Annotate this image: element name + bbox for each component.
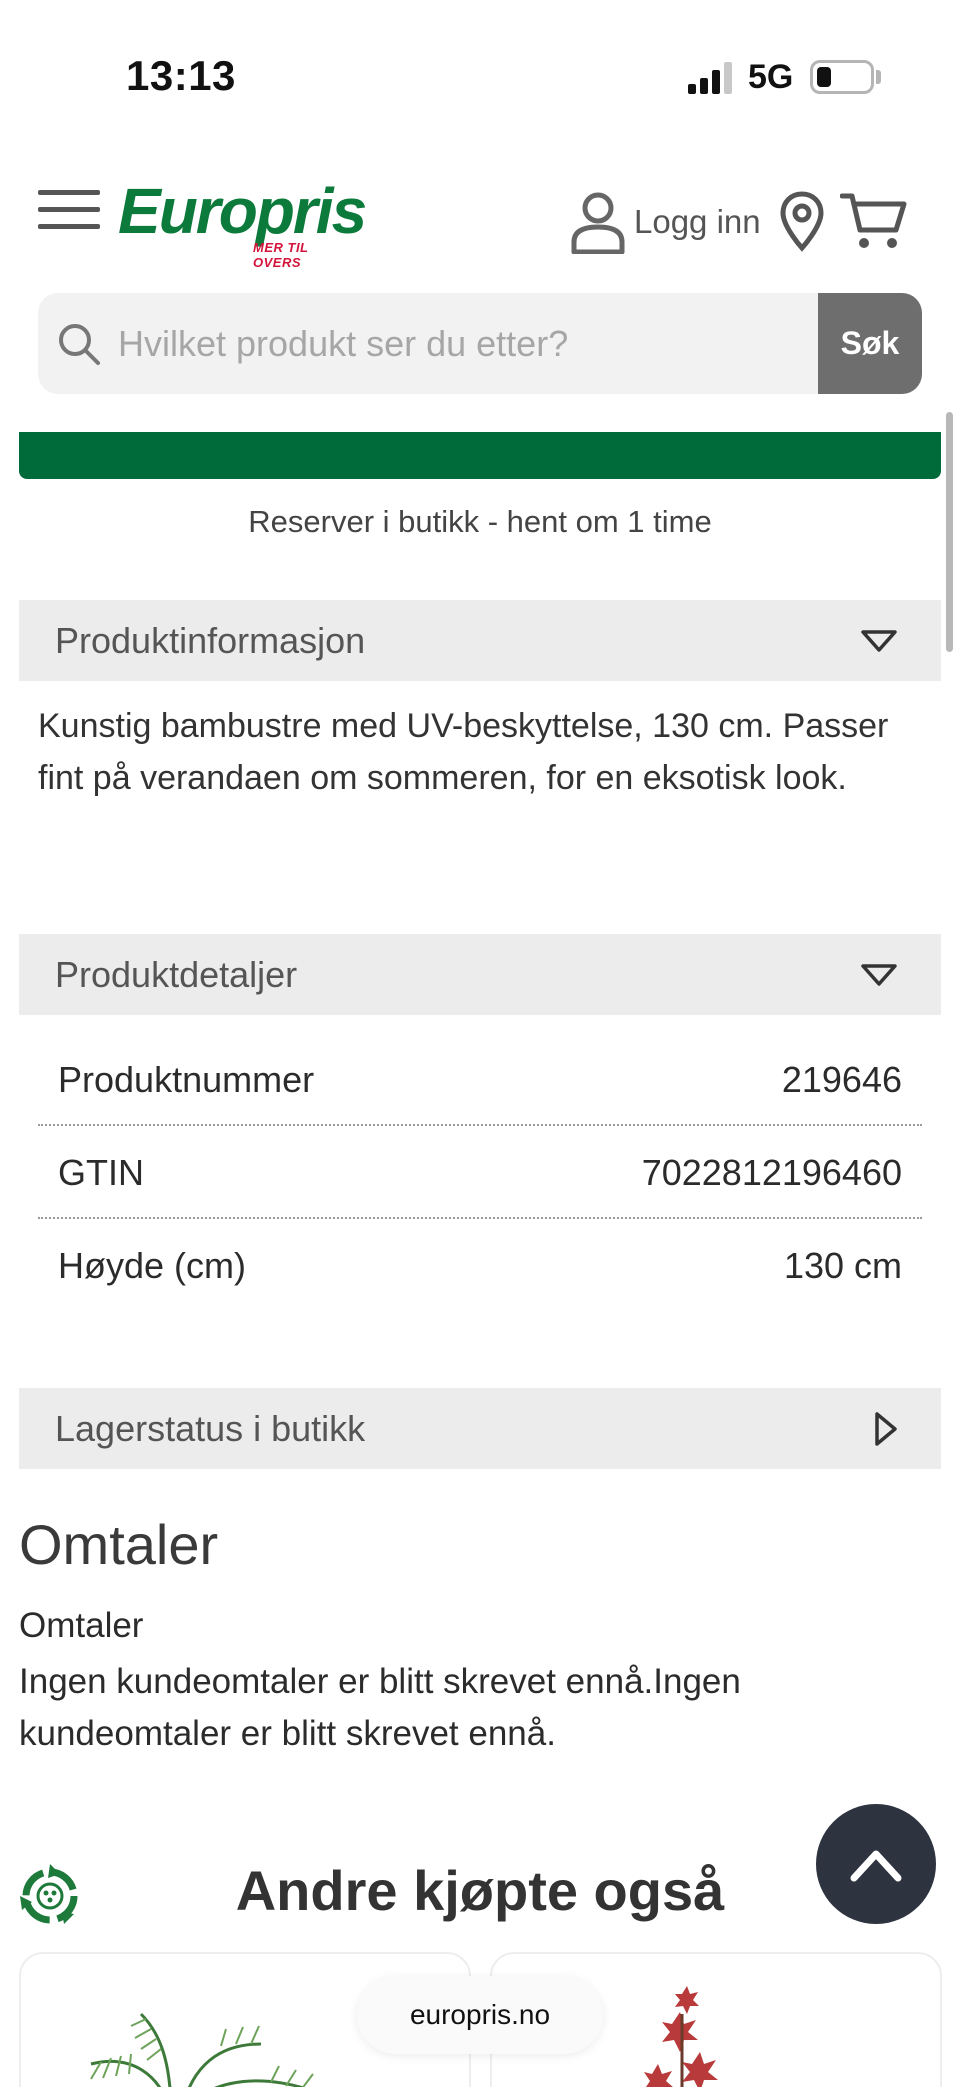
reviews-heading: Omtaler [19, 1513, 219, 1576]
chevron-down-icon [861, 630, 897, 652]
spec-value: 7022812196460 [641, 1152, 902, 1193]
chevron-up-icon [850, 1850, 902, 1882]
accordion-label: Produktinformasjon [55, 620, 366, 661]
login-label: Logg inn [634, 203, 761, 240]
accordion-stock-status[interactable]: Lagerstatus i butikk [19, 1388, 941, 1469]
search-button[interactable]: Søk [818, 293, 922, 394]
site-header: Europris MER TIL OVERS Logg inn [0, 150, 960, 270]
logo-wordmark: Europris [118, 175, 367, 247]
browser-url-bar[interactable]: europris.no [357, 1976, 603, 2054]
location-pin-icon[interactable] [778, 190, 826, 252]
chevron-down-icon [861, 964, 897, 986]
battery-icon [810, 60, 874, 94]
status-bar: 13:13 5G [0, 0, 960, 120]
product-description: Kunstig bambustre med UV-beskyttelse, 13… [38, 707, 889, 797]
login-button[interactable]: Logg inn [570, 190, 761, 254]
chevron-right-icon [875, 1412, 897, 1446]
cart-icon[interactable] [840, 190, 908, 252]
spec-value: 219646 [781, 1059, 902, 1100]
user-icon [571, 192, 625, 254]
network-label: 5G [748, 58, 794, 96]
search-bar: Søk [38, 293, 922, 394]
accordion-label: Lagerstatus i butikk [55, 1408, 366, 1449]
accordion-product-details[interactable]: Produktdetaljer [19, 934, 941, 1015]
reserve-in-store-link[interactable]: Reserver i butikk - hent om 1 time [0, 504, 960, 540]
page-scrollbar[interactable] [946, 412, 953, 652]
reviews-empty-text: Ingen kundeomtaler er blitt skrevet ennå… [19, 1662, 741, 1753]
europris-logo[interactable]: Europris MER TIL OVERS [118, 174, 367, 270]
accordion-label: Produktdetaljer [55, 954, 298, 995]
spec-value: 130 cm [783, 1245, 902, 1286]
add-to-cart-button[interactable] [19, 432, 941, 479]
spec-label: Høyde (cm) [58, 1245, 246, 1286]
spec-row-gtin: GTIN 7022812196460 [38, 1126, 922, 1219]
spec-row-height: Høyde (cm) 130 cm [38, 1219, 922, 1312]
spec-label: Produktnummer [58, 1059, 315, 1100]
battery-tip [876, 70, 881, 84]
search-icon [59, 324, 100, 365]
menu-icon[interactable] [38, 186, 100, 234]
accordion-product-info[interactable]: Produktinformasjon [19, 600, 941, 681]
spec-label: GTIN [58, 1152, 144, 1193]
reviews-subheading: Omtaler [19, 1606, 144, 1645]
spec-row-product-number: Produktnummer 219646 [38, 1033, 922, 1126]
signal-icon [688, 62, 736, 94]
status-time: 13:13 [126, 52, 236, 99]
scroll-to-top-button[interactable] [816, 1804, 936, 1924]
logo-tagline: MER TIL OVERS [253, 240, 309, 270]
search-input[interactable] [118, 293, 838, 394]
